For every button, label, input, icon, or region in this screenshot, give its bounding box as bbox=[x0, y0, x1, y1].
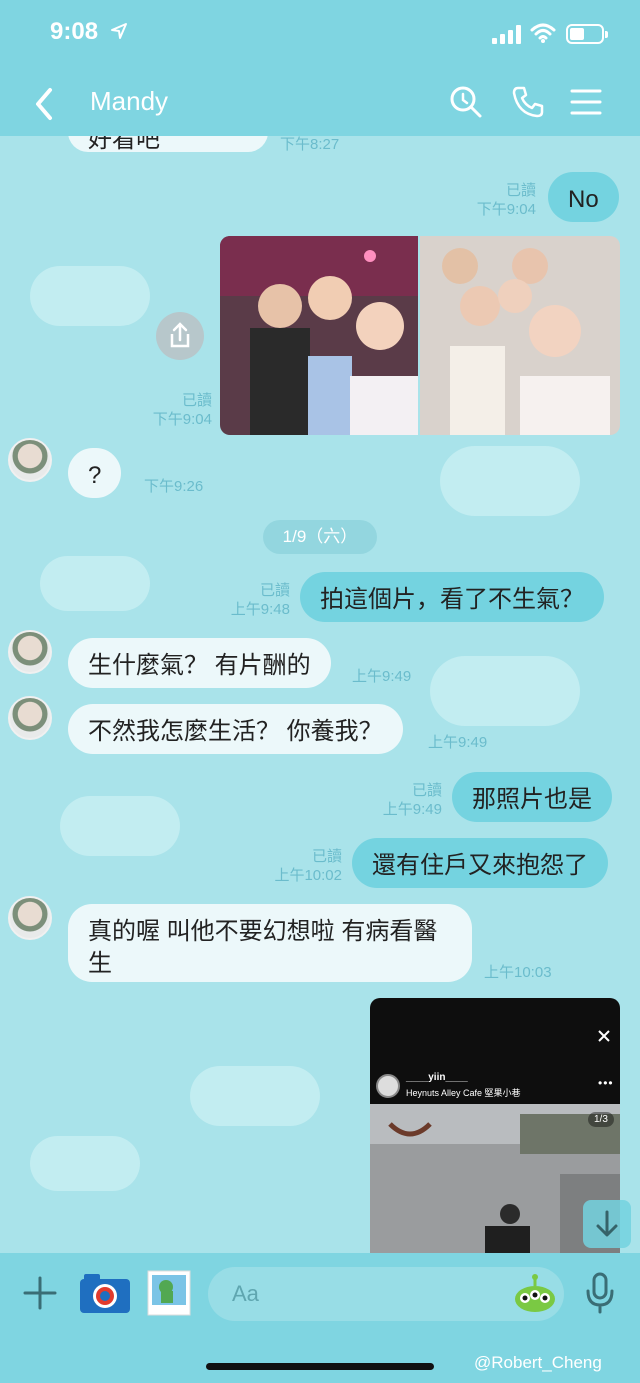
chat-title: Mandy bbox=[90, 86, 169, 116]
message-text: 生什麼氣？ 有片酬的 bbox=[88, 652, 311, 679]
message-text: ? bbox=[88, 462, 102, 489]
top-bar: 9:08 Mandy bbox=[0, 0, 640, 136]
back-chevron-icon[interactable] bbox=[30, 84, 60, 124]
message-time: 下午9:26 bbox=[144, 478, 204, 495]
location-arrow-icon bbox=[111, 23, 127, 39]
arrow-down-icon bbox=[596, 1210, 618, 1237]
phone-call-icon[interactable] bbox=[510, 84, 546, 120]
cloud-decoration bbox=[30, 1136, 140, 1191]
avatar[interactable] bbox=[8, 896, 52, 940]
more-options-icon[interactable]: ••• bbox=[598, 1076, 614, 1090]
outgoing-message-bubble[interactable]: 拍這個片，看了不生氣？ bbox=[300, 572, 604, 622]
camera-icon[interactable] bbox=[78, 1271, 132, 1315]
message-text: 那照片也是 bbox=[472, 786, 592, 813]
watermark: @Robert_Cheng bbox=[474, 1353, 602, 1372]
message-text: 拍這個片，看了不生氣？ bbox=[320, 586, 584, 613]
status-time: 9:08 bbox=[50, 18, 99, 45]
message-time: 上午9:49 bbox=[352, 668, 412, 685]
microphone-icon[interactable] bbox=[584, 1271, 616, 1315]
cellular-signal-icon bbox=[492, 24, 522, 44]
incoming-message-bubble[interactable]: 真的喔 叫他不要幻想啦 有病看醫 生 bbox=[68, 904, 472, 982]
message-time: 上午9:49 bbox=[428, 734, 488, 751]
message-time: 下午9:04 bbox=[152, 411, 212, 428]
story-username: ____yiin____ bbox=[406, 1072, 468, 1083]
menu-icon[interactable] bbox=[568, 84, 604, 120]
chat-area[interactable]: 好看吧 下午8:27 已讀 下午9:04 No 已讀 下午9:04 ? 下午9:… bbox=[0, 136, 640, 1253]
incoming-message-bubble[interactable]: 生什麼氣？ 有片酬的 bbox=[68, 638, 331, 688]
incoming-message-bubble[interactable]: 不然我怎麼生活？ 你養我？ bbox=[68, 704, 403, 754]
read-receipt: 已讀 bbox=[181, 392, 212, 409]
cloud-decoration bbox=[40, 556, 150, 611]
scroll-to-bottom-button[interactable] bbox=[583, 1200, 631, 1248]
message-time: 上午10:02 bbox=[274, 867, 342, 884]
cloud-decoration bbox=[190, 1066, 320, 1126]
avatar[interactable] bbox=[8, 438, 52, 482]
message-time: 下午8:27 bbox=[280, 136, 340, 153]
story-location: Heynuts Alley Cafe 堅果小巷 bbox=[406, 1088, 521, 1098]
message-text: 生 bbox=[88, 950, 112, 977]
home-indicator[interactable] bbox=[206, 1363, 434, 1370]
plus-icon[interactable] bbox=[22, 1275, 58, 1311]
outgoing-message-bubble[interactable]: 那照片也是 bbox=[452, 772, 612, 822]
avatar[interactable] bbox=[8, 696, 52, 740]
close-icon[interactable] bbox=[596, 1028, 612, 1044]
date-divider: 1/9（六） bbox=[263, 520, 377, 554]
avatar[interactable] bbox=[8, 630, 52, 674]
message-time: 上午10:03 bbox=[484, 964, 552, 981]
message-text: 不然我怎麼生活？ 你養我？ bbox=[88, 718, 383, 745]
outgoing-message-bubble[interactable]: 還有住戶又來抱怨了 bbox=[352, 838, 608, 888]
cloud-decoration bbox=[60, 796, 180, 856]
composer-bar: @Robert_Cheng bbox=[0, 1253, 640, 1383]
read-receipt: 已讀 bbox=[259, 582, 290, 599]
cloud-decoration bbox=[440, 446, 580, 516]
share-button[interactable] bbox=[156, 312, 204, 360]
message-text: 真的喔 叫他不要幻想啦 有病看醫 bbox=[88, 918, 438, 945]
message-time: 上午9:49 bbox=[382, 801, 442, 818]
message-input[interactable] bbox=[208, 1267, 564, 1321]
photo-gallery-icon[interactable] bbox=[146, 1269, 192, 1317]
outgoing-message-bubble[interactable]: No bbox=[548, 172, 619, 222]
story-avatar bbox=[376, 1074, 400, 1098]
battery-icon bbox=[566, 24, 608, 44]
story-page-counter: 1/3 bbox=[588, 1112, 614, 1127]
cloud-decoration bbox=[30, 266, 150, 326]
wifi-icon bbox=[530, 23, 556, 43]
search-icon[interactable] bbox=[448, 84, 484, 120]
share-icon bbox=[170, 322, 190, 348]
read-receipt: 已讀 bbox=[505, 182, 536, 199]
read-receipt: 已讀 bbox=[411, 782, 442, 799]
message-text: No bbox=[568, 186, 599, 213]
incoming-message-bubble[interactable]: 好看吧 bbox=[68, 136, 268, 153]
message-text: 還有住戶又來抱怨了 bbox=[372, 852, 588, 879]
group-photo-image bbox=[220, 236, 620, 435]
message-time: 下午9:04 bbox=[476, 201, 536, 218]
message-time: 上午9:48 bbox=[230, 601, 290, 618]
message-text: 好看吧 bbox=[88, 136, 160, 153]
incoming-message-bubble[interactable]: ? bbox=[68, 448, 122, 498]
cloud-decoration bbox=[430, 656, 580, 726]
sticker-alien-icon[interactable] bbox=[512, 1273, 558, 1313]
photo-album-message[interactable] bbox=[220, 236, 620, 435]
read-receipt: 已讀 bbox=[311, 848, 342, 865]
